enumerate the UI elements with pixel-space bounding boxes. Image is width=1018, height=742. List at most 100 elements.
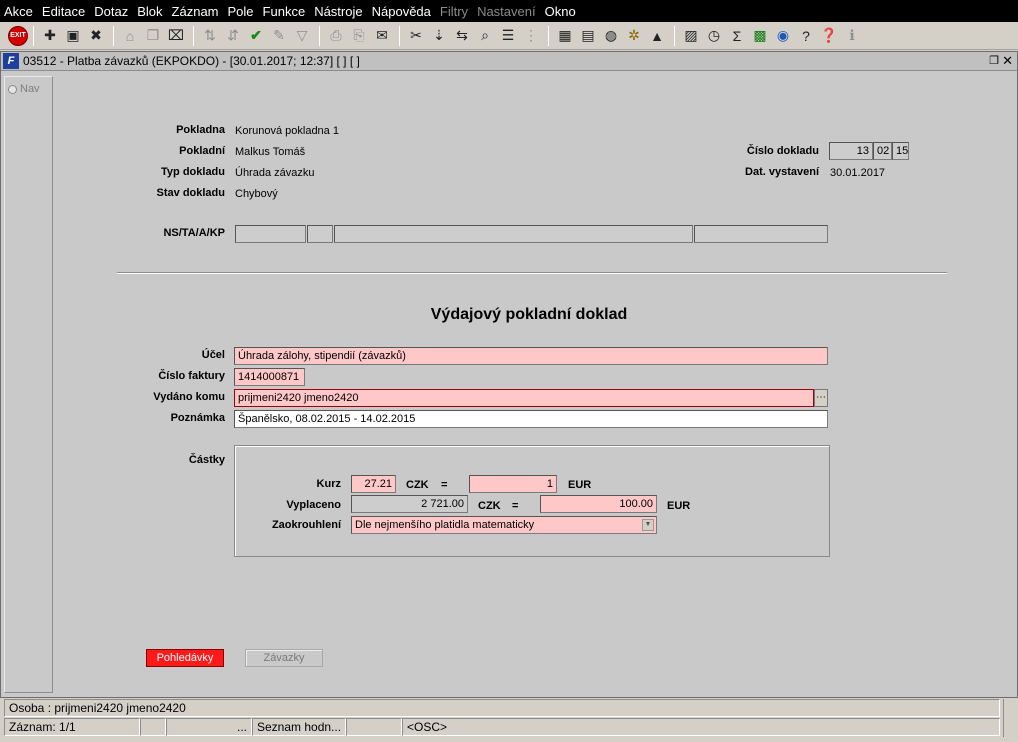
window-title: 03512 - Platba závazků (EKPOKDO) - [30.0… — [23, 54, 360, 68]
mail-icon[interactable]: ✉ — [371, 25, 393, 47]
check-icon[interactable]: ✔ — [245, 25, 267, 47]
menu-okno[interactable]: Okno — [545, 4, 576, 19]
info-icon[interactable]: ℹ — [841, 25, 863, 47]
save-new-icon[interactable]: ✚ — [39, 25, 61, 47]
kurz-target-currency: EUR — [568, 479, 592, 491]
kurz-target-field[interactable]: 1 — [469, 475, 557, 493]
menu-pole[interactable]: Pole — [228, 4, 254, 19]
clock-icon[interactable]: ◷ — [703, 25, 725, 47]
radio-icon — [8, 84, 17, 94]
menu-editace[interactable]: Editace — [42, 4, 85, 19]
question-icon[interactable]: ❓ — [818, 25, 840, 47]
document-heading: Výdajový pokladní doklad — [430, 306, 628, 323]
sum-icon[interactable]: Σ — [726, 25, 748, 47]
delete-record-icon[interactable]: ✖ — [85, 25, 107, 47]
kurz-label: Kurz — [316, 478, 341, 490]
cislo-dokladu-part1[interactable]: 13 — [829, 142, 873, 160]
status-message: Osoba : prijmeni2420 jmeno2420 — [4, 699, 1000, 717]
calendar-icon[interactable]: ▦ — [554, 25, 576, 47]
vyplaceno-czk-field[interactable]: 2 721.00 — [351, 495, 468, 513]
toolbar-separator — [319, 25, 320, 46]
cislo-dokladu-part2[interactable]: 02 — [873, 142, 892, 160]
zaokrouhleni-select[interactable]: Dle nejmenšího platidla matematicky ▼ — [351, 516, 657, 534]
window-titlebar: F 03512 - Platba závazků (EKPOKDO) - [30… — [1, 52, 1017, 71]
lov-button[interactable]: ⋯ — [814, 389, 828, 407]
kurz-field[interactable]: 27.21 — [351, 475, 396, 493]
menu-filtry: Filtry — [439, 3, 469, 19]
chevron-down-icon[interactable]: ▼ — [642, 519, 654, 531]
toolbar-separator — [548, 25, 549, 46]
a-field[interactable] — [334, 225, 693, 243]
chart-icon[interactable]: ▨ — [680, 25, 702, 47]
ns-field[interactable] — [235, 225, 306, 243]
lock-icon[interactable]: ⌂ — [119, 25, 141, 47]
restore-icon[interactable]: ❐ — [989, 54, 999, 67]
sort-asc-icon[interactable]: ⇅ — [199, 25, 221, 47]
pohledavky-button[interactable]: Pohledávky — [146, 649, 224, 667]
clear-icon[interactable]: ⌧ — [165, 25, 187, 47]
internet-icon[interactable]: ◉ — [772, 25, 794, 47]
menu-funkce[interactable]: Funkce — [263, 4, 306, 19]
help-icon[interactable]: ? — [795, 25, 817, 47]
document-icon[interactable]: ▤ — [577, 25, 599, 47]
sort-desc-icon[interactable]: ⇵ — [222, 25, 244, 47]
mountain-icon[interactable]: ▲ — [646, 25, 668, 47]
menu-dotaz[interactable]: Dotaz — [94, 4, 128, 19]
cislo-faktury-field[interactable]: 1414000871 — [234, 368, 305, 386]
tools-icon[interactable]: ✎ — [268, 25, 290, 47]
vyplaceno-eur-currency: EUR — [667, 500, 691, 512]
kurz-currency: CZK — [406, 479, 429, 491]
typ-dokladu-label: Typ dokladu — [161, 166, 225, 178]
poznamka-label: Poznámka — [170, 412, 225, 424]
link-icon[interactable]: ⇆ — [451, 25, 473, 47]
cislo-dokladu-label: Číslo dokladu — [746, 145, 819, 157]
vyplaceno-label: Vyplaceno — [286, 499, 341, 511]
vyplaceno-eur-field[interactable]: 100.00 — [540, 495, 657, 513]
list-icon[interactable]: ☰ — [497, 25, 519, 47]
kurz-equals: = — [441, 479, 448, 491]
vydano-komu-label: Vydáno komu — [153, 391, 225, 403]
menu-napoveda[interactable]: Nápověda — [372, 4, 431, 19]
pokladna-label: Pokladna — [176, 124, 225, 136]
pokladna-value: Korunová pokladna 1 — [235, 125, 339, 137]
ucel-field[interactable]: Úhrada zálohy, stipendií (závazků) — [234, 347, 828, 365]
ucel-label: Účel — [201, 349, 225, 361]
settings-wheel-icon[interactable]: ✲ — [623, 25, 645, 47]
pokladni-value: Malkus Tomáš — [235, 146, 306, 158]
tree-icon[interactable]: ⋮ — [520, 25, 542, 47]
vydano-komu-field[interactable]: prijmeni2420 jmeno2420 — [234, 389, 814, 407]
form-content: Pokladna Korunová pokladna 1 Pokladní Ma… — [55, 76, 1015, 693]
find-icon[interactable]: ⌕ — [474, 25, 496, 47]
kp-field[interactable] — [694, 225, 828, 243]
cut-icon[interactable]: ✂ — [405, 25, 427, 47]
cislo-dokladu-part3[interactable]: 15 — [892, 142, 909, 160]
menu-akce[interactable]: Akce — [4, 4, 33, 19]
menu-blok[interactable]: Blok — [137, 4, 162, 19]
close-icon[interactable]: ✕ — [1002, 53, 1013, 69]
poznamka-field[interactable]: Španělsko, 08.02.2015 - 14.02.2015 — [234, 410, 828, 428]
toolbar-separator — [674, 25, 675, 46]
zavazky-button[interactable]: Závazky — [245, 649, 323, 667]
insert-record-icon[interactable]: ▣ — [62, 25, 84, 47]
globe-icon[interactable]: ◍ — [600, 25, 622, 47]
menu-nastroje[interactable]: Nástroje — [314, 4, 362, 19]
status-mode: <OSC> — [402, 718, 1000, 736]
ta-field[interactable] — [307, 225, 333, 243]
stav-dokladu-label: Stav dokladu — [156, 187, 225, 199]
excel-icon[interactable]: ▩ — [749, 25, 771, 47]
status-list-of-values: Seznam hodn... — [252, 718, 346, 736]
filter-icon[interactable]: ▽ — [291, 25, 313, 47]
castky-label: Částky — [188, 454, 225, 466]
print-preview-icon[interactable]: ⎘ — [348, 25, 370, 47]
copy-record-icon[interactable]: ❐ — [142, 25, 164, 47]
exit-icon[interactable]: EXIT — [8, 25, 28, 46]
print-icon[interactable]: ⎙ — [325, 25, 347, 47]
zaokrouhleni-value: Dle nejmenšího platidla matematicky — [355, 519, 535, 531]
ns-ta-a-kp-label: NS/TA/A/KP — [163, 227, 225, 239]
status-cell-empty — [346, 718, 402, 736]
paste-icon[interactable]: ⇣ — [428, 25, 450, 47]
nav-toggle[interactable]: Nav — [8, 83, 40, 95]
toolbar-separator — [113, 25, 114, 46]
pokladni-label: Pokladní — [179, 145, 225, 157]
menu-zaznam[interactable]: Záznam — [172, 4, 219, 19]
